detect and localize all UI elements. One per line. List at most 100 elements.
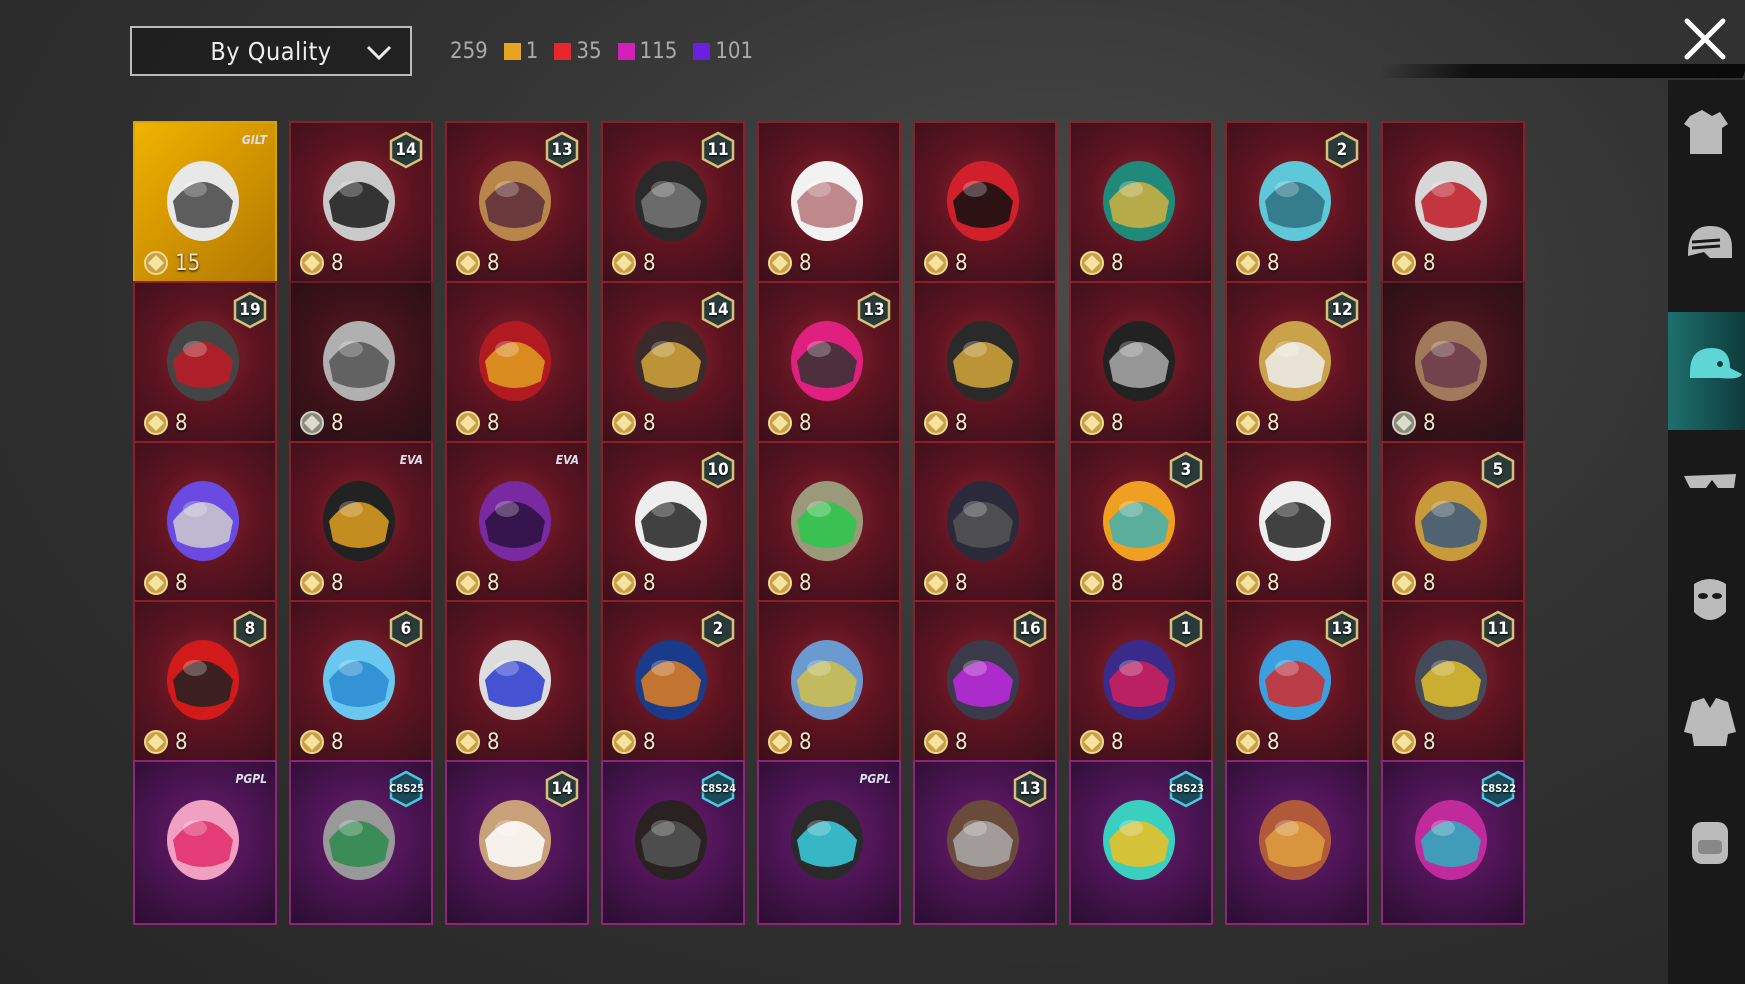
badge-label: 16	[1019, 619, 1041, 639]
sidebar-tab-helmet[interactable]	[1668, 192, 1745, 310]
item-card[interactable]: 8	[1381, 281, 1525, 446]
sidebar-tab-glasses[interactable]	[1668, 432, 1745, 550]
level-badge: 11	[701, 131, 735, 169]
cost-value: 8	[1111, 570, 1124, 596]
quality-swatch	[693, 42, 711, 60]
quality-swatch	[554, 42, 572, 60]
item-card[interactable]: 28	[601, 600, 745, 765]
item-card[interactable]: 14 8	[289, 121, 433, 286]
item-card[interactable]: 8	[289, 281, 433, 446]
item-card[interactable]: PGPL	[757, 760, 901, 925]
item-card[interactable]: EVA 8	[445, 441, 589, 606]
gold-coin-icon	[456, 571, 480, 595]
gold-coin-icon	[768, 571, 792, 595]
item-cost: 8	[141, 568, 188, 598]
gold-coin-icon	[144, 411, 168, 435]
item-card[interactable]: 8	[1225, 441, 1369, 606]
item-card[interactable]: EVA 8	[289, 441, 433, 606]
sidebar-tab-cap[interactable]	[1668, 312, 1745, 430]
level-badge: 8	[233, 610, 267, 648]
item-cost: 8	[141, 408, 188, 438]
sidebar-tab-outfit[interactable]	[1668, 80, 1745, 198]
sidebar-tab-jacket[interactable]	[1668, 668, 1745, 786]
silver-coin-icon	[300, 411, 324, 435]
item-card[interactable]: 58	[1381, 441, 1525, 606]
item-card[interactable]: 14	[445, 760, 589, 925]
cost-value: 8	[1267, 570, 1280, 596]
item-card[interactable]: 8	[757, 441, 901, 606]
item-card[interactable]: 8	[133, 441, 277, 606]
item-card[interactable]: C8S22	[1381, 760, 1525, 925]
item-card[interactable]: 19 8	[133, 281, 277, 446]
item-card[interactable]: 13 8	[757, 281, 901, 446]
item-cost: 8	[765, 408, 812, 438]
badge-label: 10	[707, 460, 729, 480]
item-card[interactable]: 28	[1225, 121, 1369, 286]
level-badge: 10	[701, 451, 735, 489]
item-card[interactable]: 8	[757, 121, 901, 286]
cost-value: 8	[175, 729, 188, 755]
item-card[interactable]: 8	[913, 121, 1057, 286]
item-card[interactable]: 8	[445, 600, 589, 765]
item-card[interactable]: 68	[289, 600, 433, 765]
badge-label: C8S23	[1169, 782, 1205, 795]
item-cost: 8	[609, 408, 656, 438]
item-card[interactable]: 11 8	[1381, 600, 1525, 765]
item-card[interactable]: 8	[757, 600, 901, 765]
gold-coin-icon	[144, 730, 168, 754]
item-card[interactable]: 18	[1069, 600, 1213, 765]
cost-value: 8	[331, 410, 344, 436]
cost-value: 8	[643, 570, 656, 596]
gold-coin-icon	[1080, 571, 1104, 595]
sidebar-tab-mask[interactable]	[1668, 548, 1745, 666]
item-card[interactable]: 8	[445, 281, 589, 446]
item-card[interactable]: 8	[1069, 281, 1213, 446]
item-cost: 8	[297, 408, 344, 438]
item-card[interactable]: C8S25	[289, 760, 433, 925]
item-row: 8 EVA 8 EVA 8 10 8 8 8 3 8 8 5 8	[133, 441, 1529, 606]
gold-coin-icon	[768, 411, 792, 435]
item-card[interactable]	[1225, 760, 1369, 925]
item-card[interactable]: 38	[1069, 441, 1213, 606]
item-card[interactable]: 8	[913, 441, 1057, 606]
level-badge: 13	[857, 291, 891, 329]
item-card[interactable]: GILT 15	[133, 121, 277, 286]
season-badge: C8S25	[389, 770, 424, 808]
item-card[interactable]: 13 8	[445, 121, 589, 286]
item-card[interactable]: 12 8	[1225, 281, 1369, 446]
brand-tag: EVA	[399, 453, 423, 467]
badge-label: 8	[244, 619, 256, 639]
item-card[interactable]: 11 8	[601, 121, 745, 286]
badge-label: 12	[1331, 300, 1353, 320]
item-card[interactable]: 13	[913, 760, 1057, 925]
cost-value: 8	[175, 570, 188, 596]
sort-dropdown[interactable]: By Quality	[130, 26, 412, 76]
item-card[interactable]: 10 8	[601, 441, 745, 606]
item-card[interactable]: 8	[1069, 121, 1213, 286]
item-cost: 8	[921, 568, 968, 598]
backpack-icon	[1692, 822, 1728, 864]
item-card[interactable]: 8	[913, 281, 1057, 446]
cost-value: 8	[1423, 729, 1436, 755]
close-button[interactable]	[1680, 14, 1730, 64]
cost-value: 8	[1111, 250, 1124, 276]
quality-count-value: 35	[576, 38, 602, 64]
cost-value: 8	[487, 410, 500, 436]
sidebar-tab-backpack[interactable]	[1668, 786, 1745, 904]
item-card[interactable]: 16 8	[913, 600, 1057, 765]
item-card[interactable]: 13 8	[1225, 600, 1369, 765]
cost-value: 8	[331, 570, 344, 596]
quality-count-value: 1	[525, 38, 539, 64]
item-card[interactable]: PGPL	[133, 760, 277, 925]
gold-coin-icon	[612, 571, 636, 595]
item-row: 8 8 6 8 8 2 8 8 16 8 1 8 13 8 11 8	[133, 600, 1529, 765]
item-card[interactable]: 8	[1381, 121, 1525, 286]
item-card[interactable]: 88	[133, 600, 277, 765]
item-card[interactable]: C8S24	[601, 760, 745, 925]
item-card[interactable]: C8S23	[1069, 760, 1213, 925]
item-card[interactable]: 14 8	[601, 281, 745, 446]
gold-coin-icon	[924, 411, 948, 435]
item-cost: 8	[297, 727, 344, 757]
cost-value: 8	[643, 729, 656, 755]
fox-ear-hair-icon	[1259, 800, 1331, 880]
